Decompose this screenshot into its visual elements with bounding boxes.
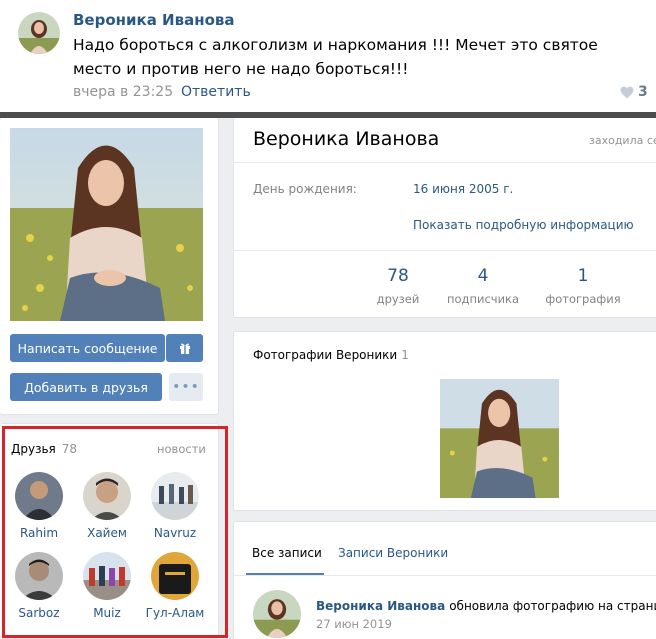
like-count: 3: [638, 84, 648, 100]
friends-title[interactable]: Друзья 78: [11, 442, 77, 456]
post-header: Вероника Иванова обновила фотографию на с…: [316, 599, 656, 613]
friend-item[interactable]: Sarboz: [7, 552, 71, 620]
counter-value: 1: [577, 266, 589, 286]
comment-text: Надо бороться с алкоголизм и наркомания …: [73, 36, 598, 78]
show-details-link[interactable]: Показать подробную информацию: [413, 218, 634, 232]
photos-title[interactable]: Фотографии Вероники 1: [253, 348, 409, 362]
friend-name: Хайем: [87, 526, 127, 540]
birthday-label: День рождения:: [253, 182, 357, 196]
comment-date[interactable]: вчера в 23:25: [73, 84, 173, 100]
tabs-divider: [233, 575, 656, 576]
friends-counter[interactable]: 78 друзей: [353, 266, 443, 306]
profile-name: Вероника Иванова: [253, 128, 440, 150]
counters-divider: [233, 250, 656, 251]
friend-name: Muiz: [93, 606, 121, 620]
counter-label: фотография: [545, 292, 621, 306]
profile-photo[interactable]: [10, 128, 203, 321]
add-friend-button[interactable]: Добавить в друзья: [10, 373, 162, 401]
followers-counter[interactable]: 4 подписчика: [438, 266, 528, 306]
friends-news-link[interactable]: новости: [157, 442, 206, 456]
like-button[interactable]: 3: [620, 84, 648, 100]
friend-name: Rahim: [19, 526, 59, 540]
photos-counter[interactable]: 1 фотография: [538, 266, 628, 306]
post-date[interactable]: 27 июн 2019: [316, 617, 392, 631]
friend-item[interactable]: Хайем: [75, 472, 139, 540]
photo-thumbnail[interactable]: [440, 379, 559, 498]
friends-title-text: Друзья: [11, 442, 56, 456]
gift-icon: [179, 343, 190, 354]
friends-count: 78: [61, 442, 78, 456]
photos-title-text: Фотографии Вероники: [253, 348, 398, 362]
counter-label: друзей: [376, 292, 420, 306]
post-action-text: обновила фотографию на странице:: [449, 599, 656, 613]
post-author-avatar[interactable]: [253, 590, 301, 638]
friend-item[interactable]: Rahim: [7, 472, 71, 540]
counter-value: 4: [477, 266, 489, 286]
birthday-value[interactable]: 16 июня 2005 г.: [413, 182, 513, 196]
more-actions-button[interactable]: •••: [169, 373, 203, 401]
comment-author-name[interactable]: Вероника Иванова: [73, 11, 235, 29]
friend-avatar: [83, 472, 131, 520]
photos-count: 1: [401, 348, 409, 362]
friend-avatar: [151, 552, 199, 600]
counter-label: подписчика: [446, 292, 520, 306]
heart-icon: [620, 86, 634, 98]
post-author-name[interactable]: Вероника Иванова: [316, 599, 445, 613]
counter-value: 78: [387, 266, 409, 286]
reply-link[interactable]: Ответить: [181, 84, 251, 100]
friend-name: Sarboz: [18, 606, 60, 620]
tab-all-posts[interactable]: Все записи: [252, 546, 322, 560]
friend-avatar: [15, 472, 63, 520]
send-gift-button[interactable]: [166, 334, 203, 362]
friend-avatar: [151, 472, 199, 520]
tab-own-posts[interactable]: Записи Вероники: [338, 546, 448, 560]
friend-name: Гул-Алам: [145, 606, 205, 620]
friend-item[interactable]: Гул-Алам: [143, 552, 207, 620]
info-divider: [233, 162, 656, 163]
friend-avatar: [15, 552, 63, 600]
friend-name: Navruz: [153, 526, 197, 540]
online-status: заходила се: [589, 134, 656, 147]
send-message-button[interactable]: Написать сообщение: [10, 334, 165, 362]
friend-item[interactable]: Muiz: [75, 552, 139, 620]
comment-author-avatar[interactable]: [18, 12, 60, 54]
friend-item[interactable]: Navruz: [143, 472, 207, 540]
friend-avatar: [83, 552, 131, 600]
